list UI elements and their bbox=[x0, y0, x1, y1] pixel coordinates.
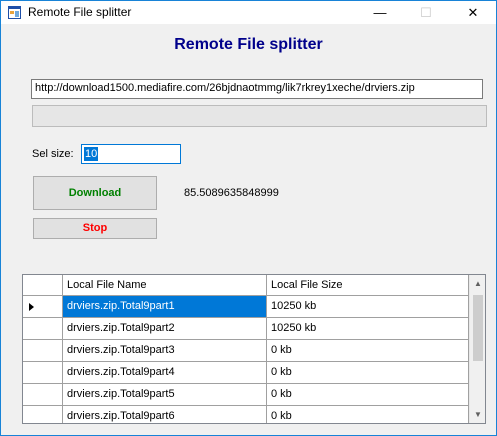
row-header[interactable] bbox=[23, 384, 63, 406]
scroll-down-icon[interactable]: ▼ bbox=[470, 406, 485, 423]
minimize-button[interactable]: — bbox=[357, 1, 403, 24]
download-speed-value: 85.5089635848999 bbox=[184, 187, 279, 199]
title-bar[interactable]: Remote File splitter — ☐ ✕ bbox=[1, 1, 496, 24]
download-button[interactable]: Download bbox=[33, 176, 157, 210]
column-header-size[interactable]: Local File Size bbox=[267, 275, 469, 296]
current-row-arrow-icon bbox=[29, 303, 34, 311]
maximize-button[interactable]: ☐ bbox=[403, 1, 449, 24]
row-header[interactable] bbox=[23, 362, 63, 384]
url-input[interactable]: http://download1500.mediafire.com/26bjdn… bbox=[31, 79, 483, 99]
download-progress-bar bbox=[32, 105, 487, 127]
row-header[interactable] bbox=[23, 296, 63, 318]
file-name-cell[interactable]: drviers.zip.Total9part4 bbox=[63, 362, 267, 384]
file-size-cell[interactable]: 10250 kb bbox=[267, 318, 469, 340]
sel-size-value: 10 bbox=[84, 147, 99, 161]
close-icon: ✕ bbox=[467, 5, 479, 20]
row-header[interactable] bbox=[23, 406, 63, 423]
row-header[interactable] bbox=[23, 318, 63, 340]
sel-size-input[interactable]: 10 bbox=[81, 144, 181, 164]
column-header-name[interactable]: Local File Name bbox=[63, 275, 267, 296]
file-name-cell[interactable]: drviers.zip.Total9part6 bbox=[63, 406, 267, 423]
app-icon bbox=[8, 6, 21, 19]
parts-grid[interactable]: Local File Name Local File Size drviers.… bbox=[22, 274, 486, 424]
file-name-cell[interactable]: drviers.zip.Total9part1 bbox=[63, 296, 267, 318]
sel-size-label: Sel size: bbox=[32, 148, 74, 160]
file-size-cell[interactable]: 0 kb bbox=[267, 362, 469, 384]
row-header[interactable] bbox=[23, 340, 63, 362]
close-button[interactable]: ✕ bbox=[450, 1, 496, 24]
file-size-cell[interactable]: 0 kb bbox=[267, 340, 469, 362]
file-size-cell[interactable]: 10250 kb bbox=[267, 296, 469, 318]
scrollbar-thumb[interactable] bbox=[473, 295, 483, 361]
file-size-cell[interactable]: 0 kb bbox=[267, 406, 469, 423]
app-heading: Remote File splitter bbox=[174, 36, 323, 53]
vertical-scrollbar[interactable]: ▲ ▼ bbox=[469, 275, 485, 423]
minimize-icon: — bbox=[373, 5, 387, 20]
window-title: Remote File splitter bbox=[28, 5, 132, 19]
app-window: Remote File splitter — ☐ ✕ Remote File s… bbox=[0, 0, 497, 436]
maximize-icon: ☐ bbox=[420, 5, 432, 20]
scroll-up-icon[interactable]: ▲ bbox=[470, 275, 485, 292]
file-name-cell[interactable]: drviers.zip.Total9part5 bbox=[63, 384, 267, 406]
file-name-cell[interactable]: drviers.zip.Total9part2 bbox=[63, 318, 267, 340]
file-name-cell[interactable]: drviers.zip.Total9part3 bbox=[63, 340, 267, 362]
stop-button[interactable]: Stop bbox=[33, 218, 157, 239]
row-header-corner bbox=[23, 275, 63, 296]
file-size-cell[interactable]: 0 kb bbox=[267, 384, 469, 406]
